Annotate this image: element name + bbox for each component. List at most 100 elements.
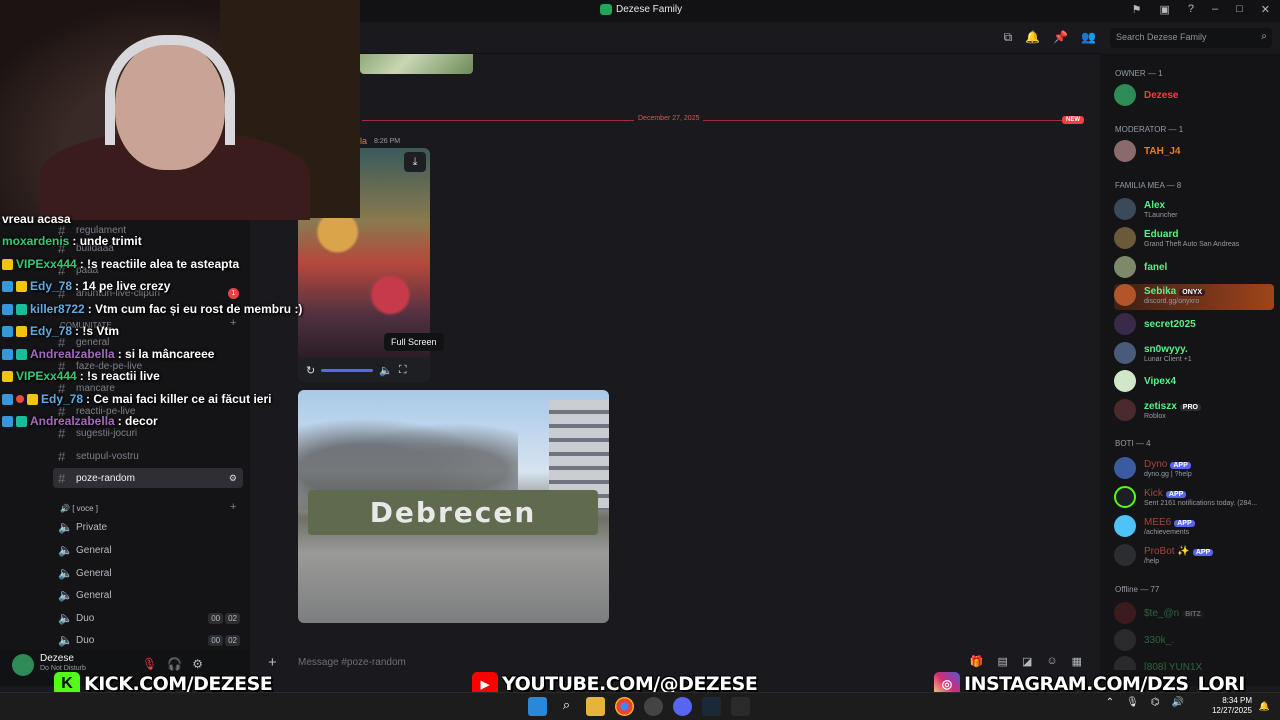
voice-channel[interactable]: 🔈 General [58, 540, 112, 560]
gift-icon[interactable]: 🎁 [970, 655, 984, 668]
image-attachment[interactable]: Debrecen [298, 390, 609, 623]
screen-share-icon[interactable]: ▣ [1159, 3, 1169, 16]
platform-badge-icon [2, 325, 13, 337]
member-item[interactable]: Eduard Grand Theft Auto San Andreas [1114, 227, 1274, 253]
member-item[interactable]: 330k_. [1114, 629, 1274, 655]
user-settings-icon[interactable]: ⚙ [192, 657, 203, 671]
sticker-icon[interactable]: ◪ [1022, 655, 1032, 668]
replay-icon[interactable]: ↻ [306, 364, 315, 377]
taskbar-search-icon[interactable]: ⌕ [557, 697, 576, 716]
minimize-icon[interactable]: – [1212, 3, 1218, 16]
voice-channel-label: General [76, 567, 112, 579]
inbox-flag-icon[interactable]: ⚑ [1132, 3, 1142, 16]
start-windows-icon[interactable] [528, 697, 547, 716]
message-author[interactable]: la [360, 136, 367, 146]
apps-icon[interactable]: ▦ [1072, 655, 1082, 668]
avatar[interactable] [12, 654, 34, 676]
message-input[interactable]: Message #poze-random [298, 657, 406, 668]
channel-setupul[interactable]: # setupul-vostru [58, 446, 139, 466]
file-explorer-icon[interactable] [586, 697, 605, 716]
member-name: Dyno [1144, 459, 1168, 470]
member-item[interactable]: Alex TLauncher [1114, 198, 1274, 224]
notification-bell-icon[interactable]: 🔔 [1025, 30, 1040, 45]
member-item[interactable]: [808] YUN1X [1114, 656, 1274, 670]
channel-poze-random[interactable]: # poze-random ⚙ [53, 468, 243, 488]
avatar [1114, 342, 1136, 364]
video-progress-bar[interactable] [321, 368, 374, 372]
hash-icon: # [58, 470, 66, 486]
member-item[interactable]: ProBot ✨ APP/help [1114, 544, 1274, 570]
taskbar-clock[interactable]: 8:34 PM 12/27/2025 [1212, 696, 1252, 716]
message-timestamp: 8:26 PM [374, 138, 401, 145]
member-item[interactable]: MEE6 APP/achievements [1114, 515, 1274, 541]
search-input[interactable]: Search Dezese Family ⌕ [1110, 28, 1272, 48]
platform-badge-icon [2, 393, 13, 405]
add-voice-channel-icon[interactable]: + [230, 501, 236, 513]
app-icon[interactable] [731, 697, 750, 716]
platform-badge-icon [2, 280, 13, 292]
voice-channel[interactable]: 🔈 Duo 00 02 [58, 630, 240, 650]
microphone-icon[interactable]: 🎙 [1126, 697, 1139, 708]
voice-channel-label: Private [76, 521, 108, 533]
member-item[interactable]: secret2025 [1114, 313, 1274, 339]
member-item[interactable]: zetiszx PRO Roblox [1114, 399, 1274, 425]
add-channel-icon[interactable]: + [230, 317, 236, 329]
member-item[interactable]: Dezese [1114, 84, 1274, 110]
avatar [1114, 457, 1136, 479]
member-item[interactable]: Vipex4 [1114, 370, 1274, 396]
category-label: [ voce ] [72, 504, 98, 513]
chat-text: : !s reactii live [79, 369, 160, 383]
channel-settings-icon[interactable]: ⚙ [229, 473, 237, 484]
close-icon[interactable]: ✕ [1261, 3, 1270, 16]
wifi-icon[interactable]: ⌬ [1151, 697, 1160, 708]
voice-channel[interactable]: 🔈 Duo 00 02 [58, 608, 240, 628]
gif-icon[interactable]: ▤ [998, 655, 1008, 668]
voice-channel[interactable]: 🔈 General [58, 585, 112, 605]
category-voce[interactable]: 🔊 [ voce ] [60, 504, 98, 513]
notification-icon[interactable]: 🔔 [1259, 701, 1270, 712]
section-boti: BOTI — 4 [1115, 439, 1151, 448]
volume-icon[interactable]: 🔈 [379, 364, 393, 377]
deafen-icon[interactable]: 🎧 [167, 657, 182, 671]
discord-icon[interactable] [673, 697, 692, 716]
hash-icon: # [58, 448, 66, 464]
member-activity: Roblox [1144, 413, 1166, 420]
avatar [1114, 515, 1136, 537]
tray-chevron-icon[interactable]: ⌃ [1106, 697, 1114, 708]
previous-image-attachment[interactable] [360, 54, 473, 74]
pin-icon[interactable]: 📌 [1053, 30, 1068, 45]
obs-icon[interactable] [644, 697, 663, 716]
member-item[interactable]: fanel [1114, 256, 1274, 282]
sub-badge-icon [16, 415, 27, 427]
member-name: Dezese [1144, 90, 1179, 101]
member-name: Kick [1144, 488, 1163, 499]
platform-badge-icon [2, 415, 13, 427]
member-item[interactable]: Dyno APP dyno.gg | ?help [1114, 457, 1274, 483]
live-dot-icon [16, 395, 24, 403]
member-item[interactable]: sn0wyyy. Lunar Client +1 [1114, 342, 1274, 368]
maximize-icon[interactable]: □ [1236, 3, 1243, 16]
member-activity: TLauncher [1144, 212, 1178, 219]
avatar [1114, 256, 1136, 278]
mute-mic-icon[interactable]: 🎙 [142, 657, 157, 671]
download-icon[interactable]: ⤓ [404, 152, 426, 172]
emoji-icon[interactable]: ☺ [1046, 655, 1057, 668]
user-controls: 🎙 🎧 ⚙ [142, 657, 203, 671]
voice-channel[interactable]: 🔈 Private [58, 517, 107, 537]
chrome-icon[interactable] [615, 697, 634, 716]
member-item[interactable]: Sebika ONYX discord.gg/onyxro [1114, 284, 1274, 310]
fullscreen-icon[interactable]: ⛶ [399, 364, 407, 377]
member-item[interactable]: $te_@n BITZ [1114, 602, 1274, 628]
voice-channel[interactable]: 🔈 General [58, 563, 112, 583]
member-item[interactable]: Kick APP Sent 2161 notifications today. (2… [1114, 486, 1274, 512]
steam-icon[interactable] [702, 697, 721, 716]
threads-icon[interactable]: ⧉ [1004, 30, 1013, 45]
speaker-volume-icon[interactable]: 🔊 [1172, 697, 1184, 708]
member-item[interactable]: TAH_J4 [1114, 140, 1274, 166]
attach-plus-icon[interactable]: + [268, 654, 277, 671]
voice-channel-label: General [76, 544, 112, 556]
chat-line: Edy_78: 14 pe live crezy [2, 279, 170, 293]
clock-date: 12/27/2025 [1211, 706, 1252, 715]
help-icon[interactable]: ? [1188, 3, 1194, 16]
member-list-icon[interactable]: 👥 [1081, 30, 1096, 45]
